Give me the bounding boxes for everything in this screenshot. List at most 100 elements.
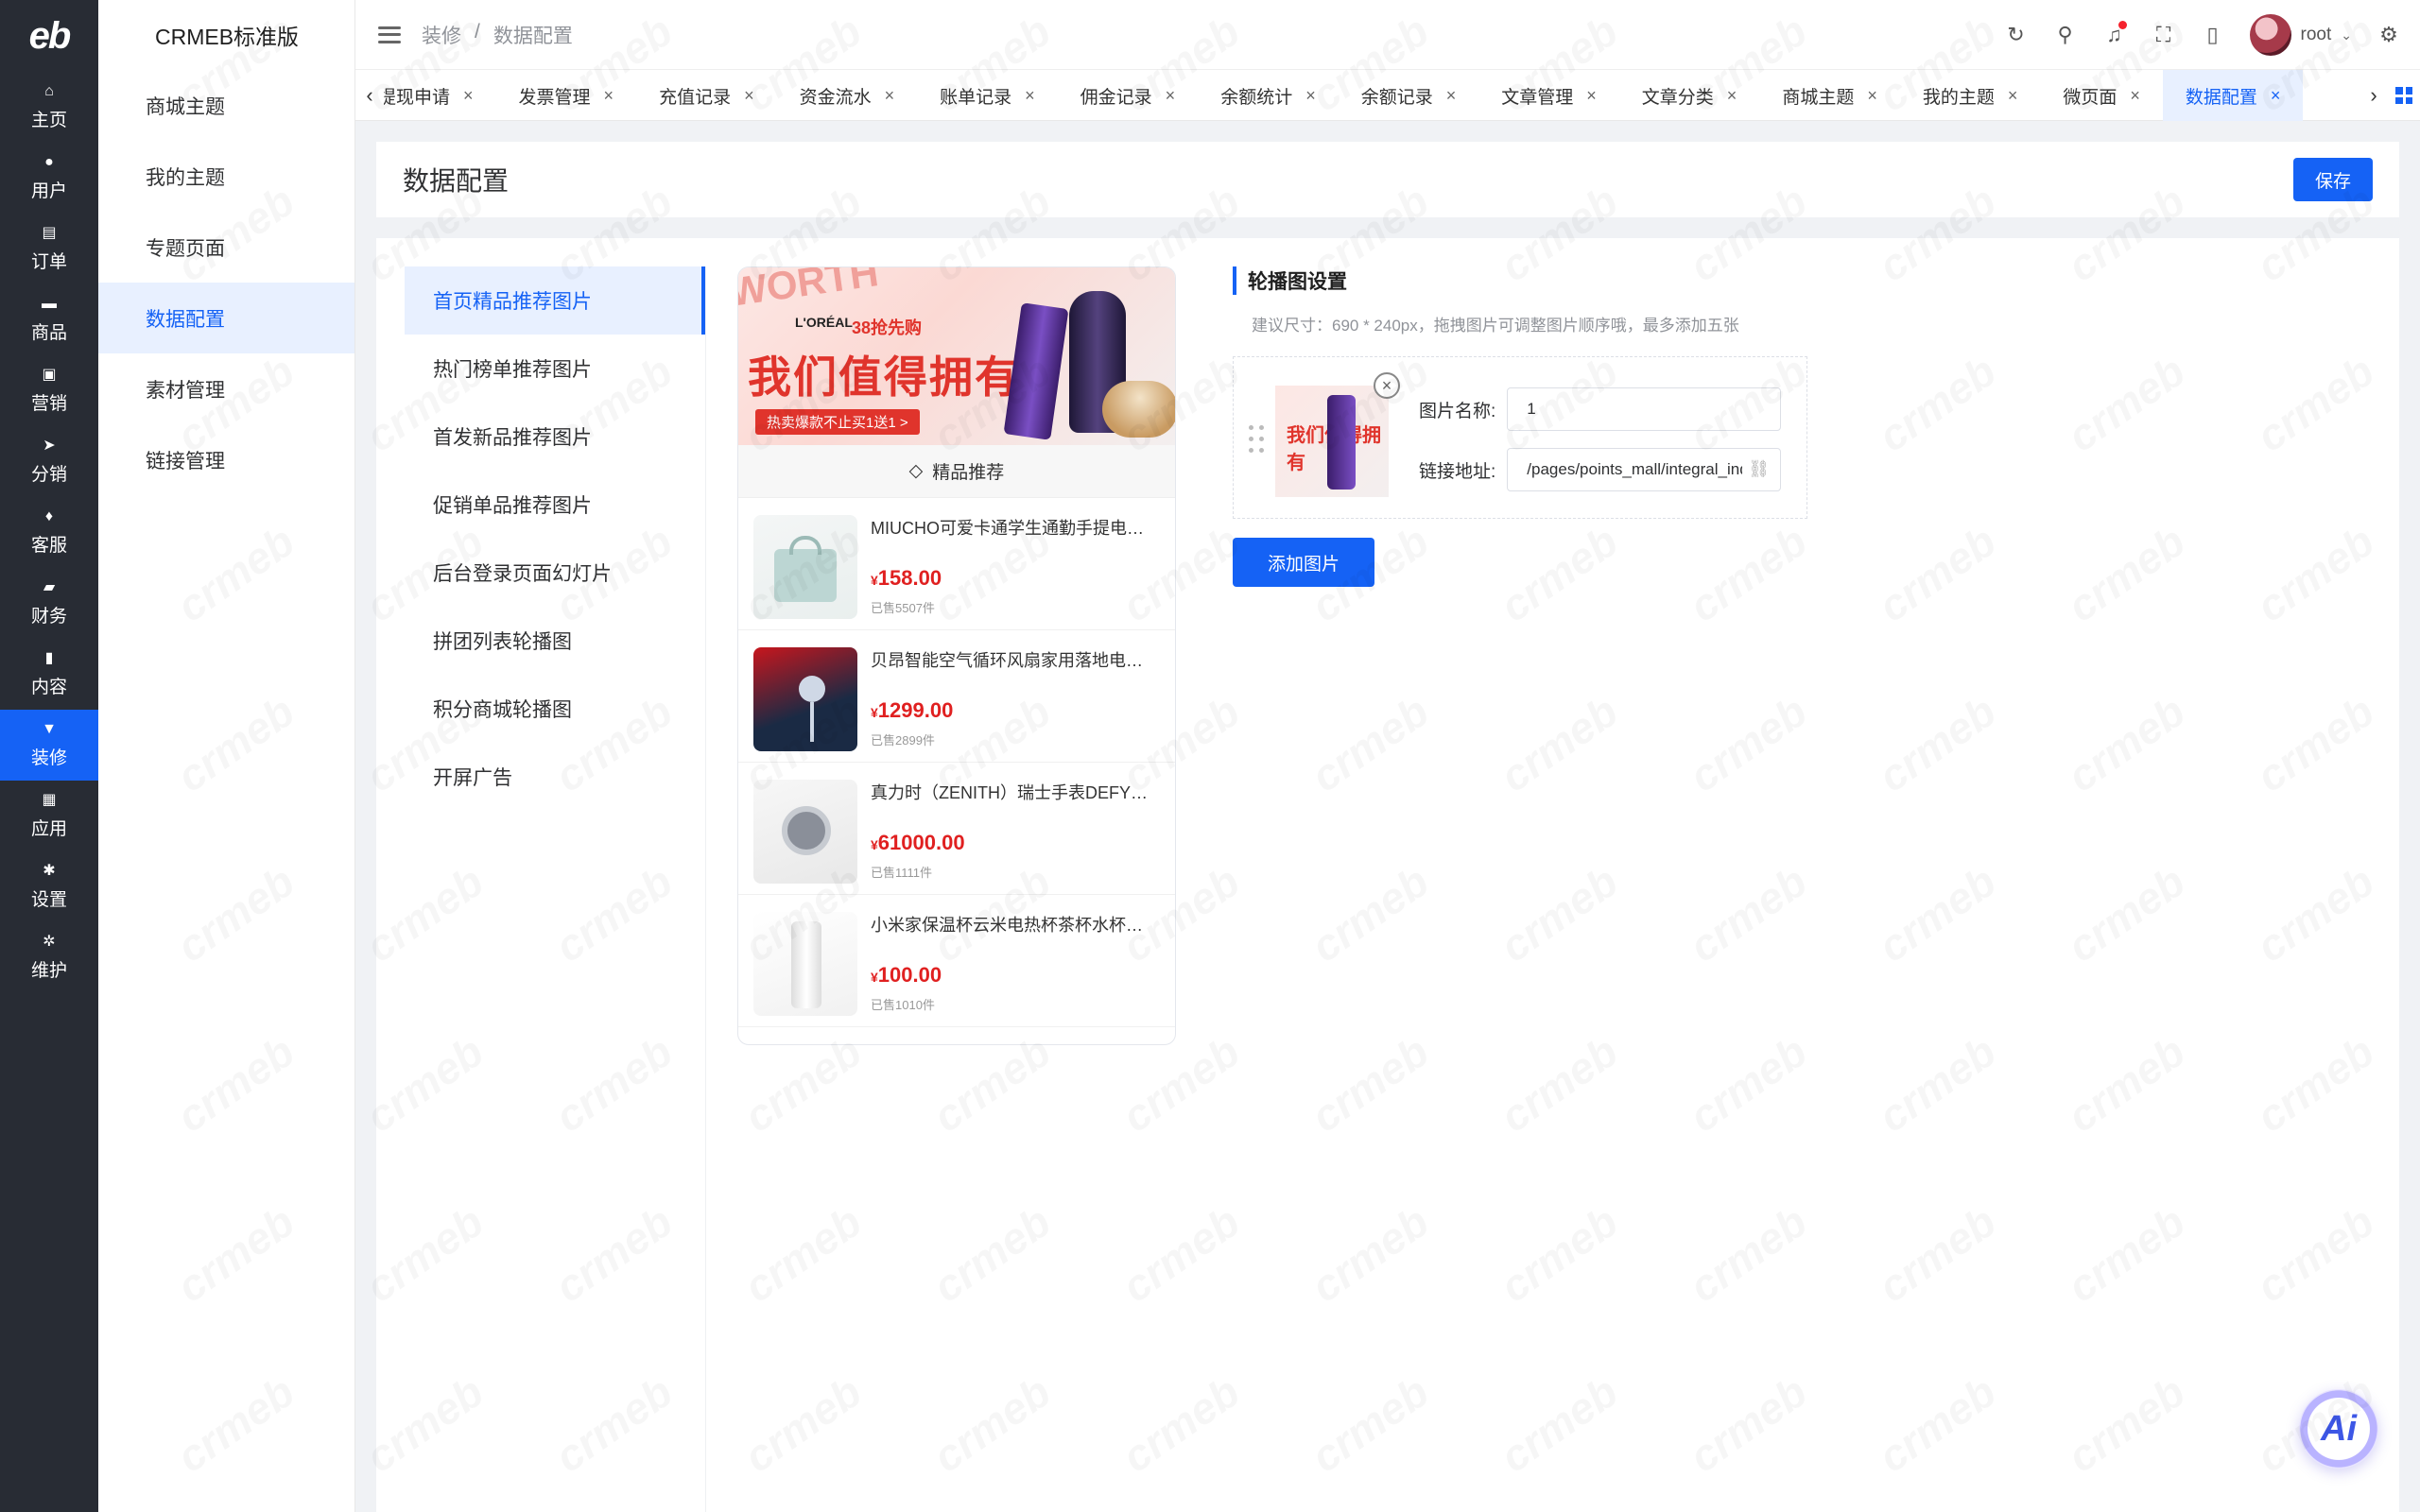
tab-item[interactable]: 发票管理 × bbox=[496, 70, 637, 121]
link-icon[interactable]: ⛓ bbox=[1748, 459, 1770, 479]
gear-icon[interactable]: ⚙ bbox=[2377, 23, 2401, 47]
rail-item-12[interactable]: ✲ 维护 bbox=[0, 922, 98, 993]
tab-item[interactable]: 我的主题 × bbox=[1900, 70, 2041, 121]
close-icon[interactable]: × bbox=[463, 86, 474, 106]
tab-item[interactable]: 佣金记录 × bbox=[1058, 70, 1199, 121]
rail-item-10[interactable]: ▦ 应用 bbox=[0, 781, 98, 851]
breadcrumb-item-decoration[interactable]: 装修 bbox=[422, 21, 461, 49]
close-icon[interactable]: × bbox=[1727, 86, 1737, 106]
close-icon[interactable]: × bbox=[2271, 86, 2281, 106]
config-menu-item[interactable]: 积分商城轮播图 bbox=[405, 675, 705, 743]
tab-item[interactable]: 余额统计 × bbox=[1198, 70, 1339, 121]
rail-item-8[interactable]: ▮ 内容 bbox=[0, 639, 98, 710]
marketing-icon: ▣ bbox=[42, 367, 57, 383]
sidebar-item-4[interactable]: 素材管理 bbox=[98, 353, 354, 424]
tab-item[interactable]: 文章管理 × bbox=[1478, 70, 1619, 121]
close-icon[interactable]: × bbox=[1446, 86, 1457, 106]
config-menu-item[interactable]: 开屏广告 bbox=[405, 743, 705, 811]
fullscreen-icon[interactable]: ⛶ bbox=[2152, 23, 2176, 47]
close-icon[interactable]: × bbox=[1305, 86, 1316, 106]
product-image bbox=[753, 515, 857, 619]
tab-item[interactable]: 文章分类 × bbox=[1619, 70, 1760, 121]
bell-icon[interactable]: ♫ bbox=[2102, 21, 2127, 47]
product-info: 贝昂智能空气循环风扇家用落地电风扇 ¥1299.00 已售2899件 bbox=[871, 647, 1154, 748]
tab-item[interactable]: 微页面 × bbox=[2040, 70, 2163, 121]
sidebar-item-1[interactable]: 我的主题 bbox=[98, 141, 354, 212]
header-tools: ↻ ⚲ ♫ ⛶ ▯ root ⌄ ⚙ bbox=[2004, 0, 2401, 70]
tab-item[interactable]: 商城主题 × bbox=[1759, 70, 1900, 121]
sidebar-item-2[interactable]: 专题页面 bbox=[98, 212, 354, 283]
product-price: ¥61000.00 bbox=[871, 831, 1154, 855]
close-icon[interactable]: × bbox=[1166, 86, 1176, 106]
close-icon[interactable]: × bbox=[2130, 86, 2140, 106]
rail-item-2[interactable]: ▤ 订单 bbox=[0, 214, 98, 284]
mobile-preview-icon[interactable]: ▯ bbox=[2201, 23, 2225, 47]
product-price: ¥158.00 bbox=[871, 566, 1154, 591]
close-icon[interactable]: × bbox=[885, 86, 895, 106]
drag-handle-icon[interactable] bbox=[1249, 425, 1266, 455]
add-image-button[interactable]: 添加图片 bbox=[1233, 538, 1374, 587]
close-icon[interactable]: × bbox=[1374, 372, 1400, 399]
tab-item[interactable]: 提现申请 × bbox=[384, 70, 496, 121]
rail-item-7[interactable]: ▰ 财务 bbox=[0, 568, 98, 639]
rail-item-label: 财务 bbox=[30, 607, 67, 627]
sidebar-item-0[interactable]: 商城主题 bbox=[98, 70, 354, 141]
app-logo[interactable]: eb bbox=[0, 0, 98, 72]
rail-item-9[interactable]: ▼ 装修 bbox=[0, 710, 98, 781]
menu-toggle-icon[interactable] bbox=[378, 24, 401, 46]
rail-item-5[interactable]: ➤ 分销 bbox=[0, 426, 98, 497]
product-item[interactable]: 真力时（ZENITH）瑞士手表DEFY系列 ¥61000.00 已售1111件 bbox=[738, 763, 1175, 895]
config-menu-item[interactable]: 后台登录页面幻灯片 bbox=[405, 539, 705, 607]
config-menu-item[interactable]: 热门榜单推荐图片 bbox=[405, 335, 705, 403]
search-icon[interactable]: ⚲ bbox=[2053, 23, 2078, 47]
rail-item-label: 订单 bbox=[30, 252, 67, 272]
close-icon[interactable]: × bbox=[604, 86, 614, 106]
sidebar-item-5[interactable]: 链接管理 bbox=[98, 424, 354, 495]
close-icon[interactable]: × bbox=[1586, 86, 1597, 106]
image-name-input[interactable] bbox=[1507, 387, 1782, 431]
tabs-scroll-right-icon[interactable]: › bbox=[2360, 70, 2388, 121]
product-item[interactable]: 小米家保温杯云米电热杯茶杯水杯便携 ¥100.00 已售1010件 bbox=[738, 895, 1175, 1027]
config-menu-item[interactable]: 首发新品推荐图片 bbox=[405, 403, 705, 471]
user-icon: ● bbox=[44, 154, 54, 170]
close-icon[interactable]: × bbox=[2008, 86, 2018, 106]
rail-item-1[interactable]: ● 用户 bbox=[0, 143, 98, 214]
product-item[interactable]: 贝昂智能空气循环风扇家用落地电风扇 ¥1299.00 已售2899件 bbox=[738, 630, 1175, 763]
rail-item-label: 主页 bbox=[30, 111, 67, 130]
tab-item[interactable]: 数据配置 × bbox=[2162, 70, 2304, 121]
finance-icon: ▰ bbox=[43, 579, 56, 595]
close-icon[interactable]: × bbox=[1867, 86, 1877, 106]
config-menu-item[interactable]: 首页精品推荐图片 bbox=[405, 266, 705, 335]
carousel-image-thumb[interactable]: 我们值得拥有 bbox=[1275, 386, 1389, 497]
refresh-icon[interactable]: ↻ bbox=[2004, 23, 2029, 47]
save-button[interactable]: 保存 bbox=[2293, 158, 2373, 201]
banner-product-image bbox=[1003, 302, 1069, 440]
tab-item[interactable]: 资金流水 × bbox=[777, 70, 918, 121]
ai-assistant-button[interactable]: Ai bbox=[2299, 1389, 2378, 1469]
tabs-scroll-left-icon[interactable]: ‹ bbox=[355, 70, 384, 121]
currency-symbol: ¥ bbox=[871, 837, 878, 852]
carousel-item: 我们值得拥有 × 图片名称: 链接地址: ⛓ bbox=[1233, 356, 1807, 519]
config-menu-item[interactable]: 促销单品推荐图片 bbox=[405, 471, 705, 539]
link-input[interactable] bbox=[1507, 448, 1782, 491]
tab-item[interactable]: 账单记录 × bbox=[917, 70, 1058, 121]
close-icon[interactable]: × bbox=[744, 86, 754, 106]
rail-item-3[interactable]: ▬ 商品 bbox=[0, 284, 98, 355]
rail-item-6[interactable]: ♦ 客服 bbox=[0, 497, 98, 568]
product-item[interactable]: MIUCHO可爱卡通学生通勤手提电脑包 ¥158.00 已售5507件 bbox=[738, 498, 1175, 630]
config-menu-item[interactable]: 拼团列表轮播图 bbox=[405, 607, 705, 675]
preview-banner[interactable]: WORTH L'ORÉAL 38抢先购 我们值得拥有 热卖爆款不止买1送1 > bbox=[738, 267, 1175, 445]
close-icon[interactable]: × bbox=[1025, 86, 1035, 106]
rail-item-4[interactable]: ▣ 营销 bbox=[0, 355, 98, 426]
tab-item[interactable]: 余额记录 × bbox=[1339, 70, 1479, 121]
tab-item[interactable]: 充值记录 × bbox=[636, 70, 777, 121]
user-menu[interactable]: root ⌄ bbox=[2249, 14, 2352, 56]
tab-label: 我的主题 bbox=[1922, 87, 1995, 108]
rail-item-0[interactable]: ⌂ 主页 bbox=[0, 72, 98, 143]
rail-item-11[interactable]: ✱ 设置 bbox=[0, 851, 98, 922]
price-value: 100.00 bbox=[877, 963, 942, 987]
sidebar-item-3[interactable]: 数据配置 bbox=[98, 283, 354, 353]
distribution-icon: ➤ bbox=[43, 438, 56, 454]
product-name: 小米家保温杯云米电热杯茶杯水杯便携 bbox=[871, 916, 1154, 935]
tabs-menu-icon[interactable] bbox=[2395, 87, 2412, 104]
